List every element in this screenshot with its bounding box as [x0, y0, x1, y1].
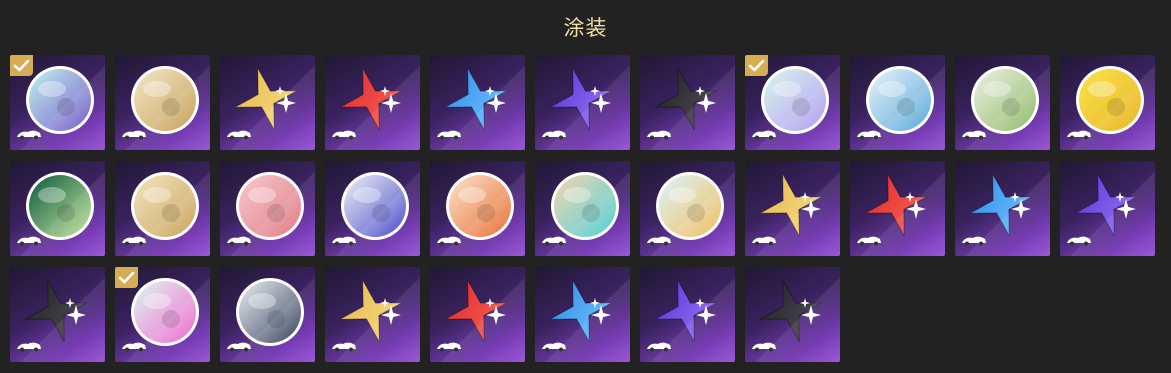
vehicle-type-icon — [16, 231, 42, 250]
vehicle-type-icon — [646, 125, 672, 144]
equipped-check-icon — [745, 55, 768, 76]
vehicle-type-icon — [226, 125, 252, 144]
vehicle-type-icon — [436, 231, 462, 250]
vehicle-type-icon — [751, 231, 777, 250]
vehicle-type-icon — [646, 337, 672, 356]
skin-tile[interactable] — [535, 55, 630, 150]
skin-tile[interactable] — [10, 55, 105, 150]
vehicle-type-icon — [1066, 231, 1092, 250]
equipped-check-icon — [10, 55, 33, 76]
skin-tile[interactable] — [430, 161, 525, 256]
vehicle-type-icon — [856, 125, 882, 144]
vehicle-type-icon — [16, 337, 42, 356]
vehicle-type-icon — [226, 337, 252, 356]
vehicle-type-icon — [226, 231, 252, 250]
skin-tile[interactable] — [325, 267, 420, 362]
skin-tile[interactable] — [640, 267, 735, 362]
vehicle-type-icon — [121, 337, 147, 356]
vehicle-type-icon — [436, 125, 462, 144]
vehicle-type-icon — [856, 231, 882, 250]
vehicle-type-icon — [1066, 125, 1092, 144]
skin-tile[interactable] — [745, 161, 840, 256]
skin-row — [10, 161, 1155, 256]
skin-tile[interactable] — [1060, 55, 1155, 150]
skin-tile[interactable] — [220, 267, 315, 362]
skin-tile[interactable] — [220, 55, 315, 150]
vehicle-type-icon — [961, 125, 987, 144]
vehicle-type-icon — [646, 231, 672, 250]
vehicle-type-icon — [331, 231, 357, 250]
skin-grid — [10, 55, 1155, 373]
vehicle-type-icon — [436, 337, 462, 356]
skin-tile[interactable] — [430, 55, 525, 150]
skin-tile[interactable] — [115, 161, 210, 256]
skin-tile[interactable] — [955, 161, 1050, 256]
equipped-check-icon — [115, 267, 138, 288]
skin-tile[interactable] — [745, 55, 840, 150]
skin-tile[interactable] — [10, 161, 105, 256]
vehicle-type-icon — [541, 337, 567, 356]
vehicle-type-icon — [961, 231, 987, 250]
skin-row — [10, 55, 1155, 150]
skin-tile[interactable] — [430, 267, 525, 362]
skin-tile[interactable] — [535, 161, 630, 256]
skin-tile[interactable] — [325, 161, 420, 256]
vehicle-type-icon — [541, 231, 567, 250]
skin-tile[interactable] — [850, 55, 945, 150]
skin-tile[interactable] — [640, 55, 735, 150]
skin-tile[interactable] — [1060, 161, 1155, 256]
vehicle-type-icon — [541, 125, 567, 144]
skin-tile[interactable] — [745, 267, 840, 362]
vehicle-type-icon — [121, 231, 147, 250]
skin-tile[interactable] — [535, 267, 630, 362]
vehicle-type-icon — [751, 337, 777, 356]
vehicle-type-icon — [751, 125, 777, 144]
vehicle-type-icon — [331, 337, 357, 356]
page-title: 涂装 — [563, 16, 608, 40]
skin-tile[interactable] — [220, 161, 315, 256]
skin-tile[interactable] — [325, 55, 420, 150]
skin-tile[interactable] — [115, 55, 210, 150]
skin-row — [10, 267, 1155, 362]
skin-tile[interactable] — [850, 161, 945, 256]
vehicle-type-icon — [331, 125, 357, 144]
skin-tile[interactable] — [955, 55, 1050, 150]
vehicle-type-icon — [121, 125, 147, 144]
skin-tile[interactable] — [640, 161, 735, 256]
vehicle-type-icon — [16, 125, 42, 144]
skin-tile[interactable] — [10, 267, 105, 362]
skin-tile[interactable] — [115, 267, 210, 362]
